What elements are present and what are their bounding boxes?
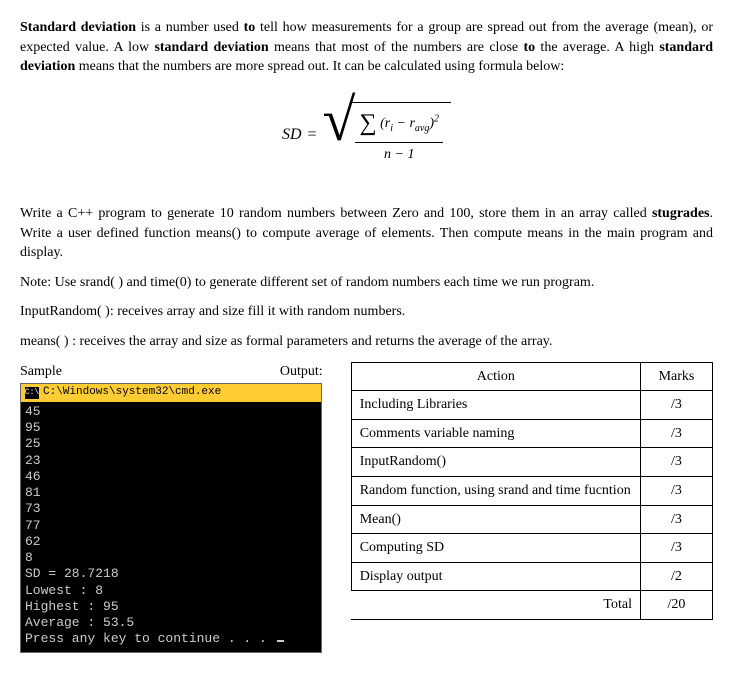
col-marks: Marks: [641, 362, 713, 391]
rubric-marks: /3: [641, 505, 713, 534]
console-titlebar: C:\ C:\Windows\system32\cmd.exe: [21, 384, 321, 402]
table-row: Random function, using srand and time fu…: [351, 476, 712, 505]
sd-symbol: SD: [282, 124, 302, 146]
intro-paragraph: Standard deviation is a number used to t…: [20, 18, 713, 77]
task-p1: Write a C++ program to generate 10 rando…: [20, 204, 713, 263]
strong-to-1: to: [244, 20, 256, 35]
cursor-icon: [277, 640, 284, 642]
rubric-marks: /3: [641, 391, 713, 420]
rubric-marks: /2: [641, 562, 713, 591]
table-row: Comments variable naming/3: [351, 419, 712, 448]
table-row: Display output/2: [351, 562, 712, 591]
sqrt-icon: √ ∑ (ri − ravg)2 n − 1: [323, 102, 451, 169]
console-title-text: C:\Windows\system32\cmd.exe: [43, 386, 221, 400]
cmd-icon: C:\: [25, 387, 39, 399]
strong-stugrades: stugrades: [652, 206, 710, 221]
strong-std-dev: Standard deviation: [20, 20, 136, 35]
rubric-marks: /3: [641, 534, 713, 563]
console-output: 45 95 25 23 46 81 73 77 62 8 SD = 28.721…: [21, 402, 321, 652]
table-row: Computing SD/3: [351, 534, 712, 563]
task-p3: InputRandom( ): receives array and size …: [20, 302, 713, 322]
rubric-marks: /3: [641, 419, 713, 448]
console-window: C:\ C:\Windows\system32\cmd.exe 45 95 25…: [20, 383, 322, 653]
total-value: /20: [641, 591, 713, 620]
rubric-action: Comments variable naming: [351, 419, 640, 448]
task-p2: Note: Use srand( ) and time(0) to genera…: [20, 273, 713, 293]
task-p4: means( ) : receives the array and size a…: [20, 332, 713, 352]
rubric-action: Mean(): [351, 505, 640, 534]
table-row: InputRandom()/3: [351, 448, 712, 477]
equals-sign: =: [308, 124, 317, 146]
rubric-action: Display output: [351, 562, 640, 591]
rubric-action: Computing SD: [351, 534, 640, 563]
table-row: Mean()/3: [351, 505, 712, 534]
strong-std-dev-2: standard deviation: [154, 40, 268, 55]
rubric-action: Random function, using srand and time fu…: [351, 476, 640, 505]
col-action: Action: [351, 362, 640, 391]
total-label: Total: [351, 591, 640, 620]
sigma-icon: ∑: [359, 110, 376, 136]
strong-to-2: to: [523, 40, 535, 55]
table-row: Including Libraries/3: [351, 391, 712, 420]
sample-label: Sample: [20, 362, 62, 382]
rubric-action: InputRandom(): [351, 448, 640, 477]
rubric-marks: /3: [641, 476, 713, 505]
rubric-action: Including Libraries: [351, 391, 640, 420]
rubric-marks: /3: [641, 448, 713, 477]
rubric-table: Action Marks Including Libraries/3Commen…: [351, 362, 713, 620]
output-label: Output:: [280, 362, 333, 382]
formula: SD = √ ∑ (ri − ravg)2 n − 1: [20, 102, 713, 169]
